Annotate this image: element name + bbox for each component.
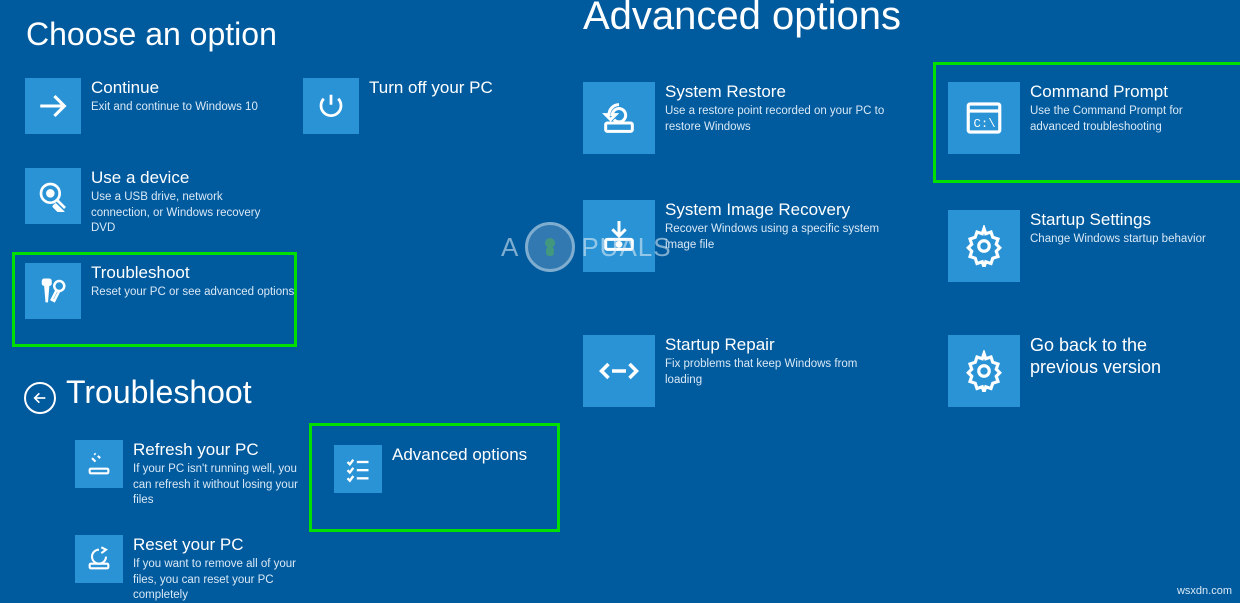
reset-pc-sub: If you want to remove all of your files,…	[133, 557, 313, 603]
command-prompt-tile[interactable]: C:\ Command Prompt Use the Command Promp…	[948, 82, 1210, 154]
watermark: A PUALS	[501, 222, 672, 272]
advanced-options-title: Advanced options	[392, 445, 527, 465]
advanced-options-heading: Advanced options	[583, 0, 901, 39]
refresh-pc-title: Refresh your PC	[133, 440, 303, 460]
system-restore-tile[interactable]: System Restore Use a restore point recor…	[583, 82, 885, 154]
reset-pc-title: Reset your PC	[133, 535, 313, 555]
back-button[interactable]	[24, 382, 56, 414]
go-back-title: Go back to the previous version	[1030, 335, 1220, 378]
system-image-title: System Image Recovery	[665, 200, 885, 220]
svg-text:C:\: C:\	[974, 117, 996, 131]
watermark-logo-icon	[525, 222, 575, 272]
troubleshoot-title: Troubleshoot	[91, 263, 294, 283]
startup-settings-tile[interactable]: Startup Settings Change Windows startup …	[948, 210, 1206, 282]
troubleshoot-tile[interactable]: Troubleshoot Reset your PC or see advanc…	[25, 263, 294, 319]
system-restore-icon	[583, 82, 655, 154]
command-prompt-sub: Use the Command Prompt for advanced trou…	[1030, 104, 1210, 135]
turn-off-tile[interactable]: Turn off your PC	[303, 78, 493, 134]
system-image-sub: Recover Windows using a specific system …	[665, 222, 885, 253]
arrow-right-icon	[25, 78, 81, 134]
refresh-pc-tile[interactable]: Refresh your PC If your PC isn't running…	[75, 440, 303, 509]
use-a-device-tile[interactable]: Use a device Use a USB drive, network co…	[25, 168, 261, 237]
reset-icon	[75, 535, 123, 583]
use-a-device-title: Use a device	[91, 168, 261, 188]
continue-tile[interactable]: Continue Exit and continue to Windows 10	[25, 78, 258, 134]
troubleshoot-sub: Reset your PC or see advanced options	[91, 285, 294, 301]
startup-repair-title: Startup Repair	[665, 335, 885, 355]
refresh-pc-sub: If your PC isn't running well, you can r…	[133, 462, 303, 509]
troubleshoot-heading: Troubleshoot	[66, 374, 252, 411]
startup-repair-icon	[583, 335, 655, 407]
advanced-options-tile[interactable]: Advanced options	[334, 445, 527, 493]
command-prompt-title: Command Prompt	[1030, 82, 1210, 102]
system-restore-sub: Use a restore point recorded on your PC …	[665, 104, 885, 135]
checklist-icon	[334, 445, 382, 493]
startup-settings-title: Startup Settings	[1030, 210, 1206, 230]
reset-pc-tile[interactable]: Reset your PC If you want to remove all …	[75, 535, 313, 603]
command-prompt-icon: C:\	[948, 82, 1020, 154]
tools-icon	[25, 263, 81, 319]
startup-settings-sub: Change Windows startup behavior	[1030, 232, 1206, 248]
gear-icon	[948, 335, 1020, 407]
watermark-left: A	[501, 232, 519, 263]
turn-off-title: Turn off your PC	[369, 78, 493, 98]
system-restore-title: System Restore	[665, 82, 885, 102]
continue-title: Continue	[91, 78, 258, 98]
watermark-right: PUALS	[581, 232, 671, 263]
power-icon	[303, 78, 359, 134]
credit: wsxdn.com	[1177, 585, 1232, 597]
refresh-icon	[75, 440, 123, 488]
startup-repair-tile[interactable]: Startup Repair Fix problems that keep Wi…	[583, 335, 885, 407]
use-a-device-sub: Use a USB drive, network connection, or …	[91, 190, 261, 237]
continue-sub: Exit and continue to Windows 10	[91, 100, 258, 116]
startup-repair-sub: Fix problems that keep Windows from load…	[665, 357, 885, 388]
choose-an-option-heading: Choose an option	[26, 16, 277, 53]
device-icon	[25, 168, 81, 224]
go-back-tile[interactable]: Go back to the previous version	[948, 335, 1220, 407]
gear-icon	[948, 210, 1020, 282]
